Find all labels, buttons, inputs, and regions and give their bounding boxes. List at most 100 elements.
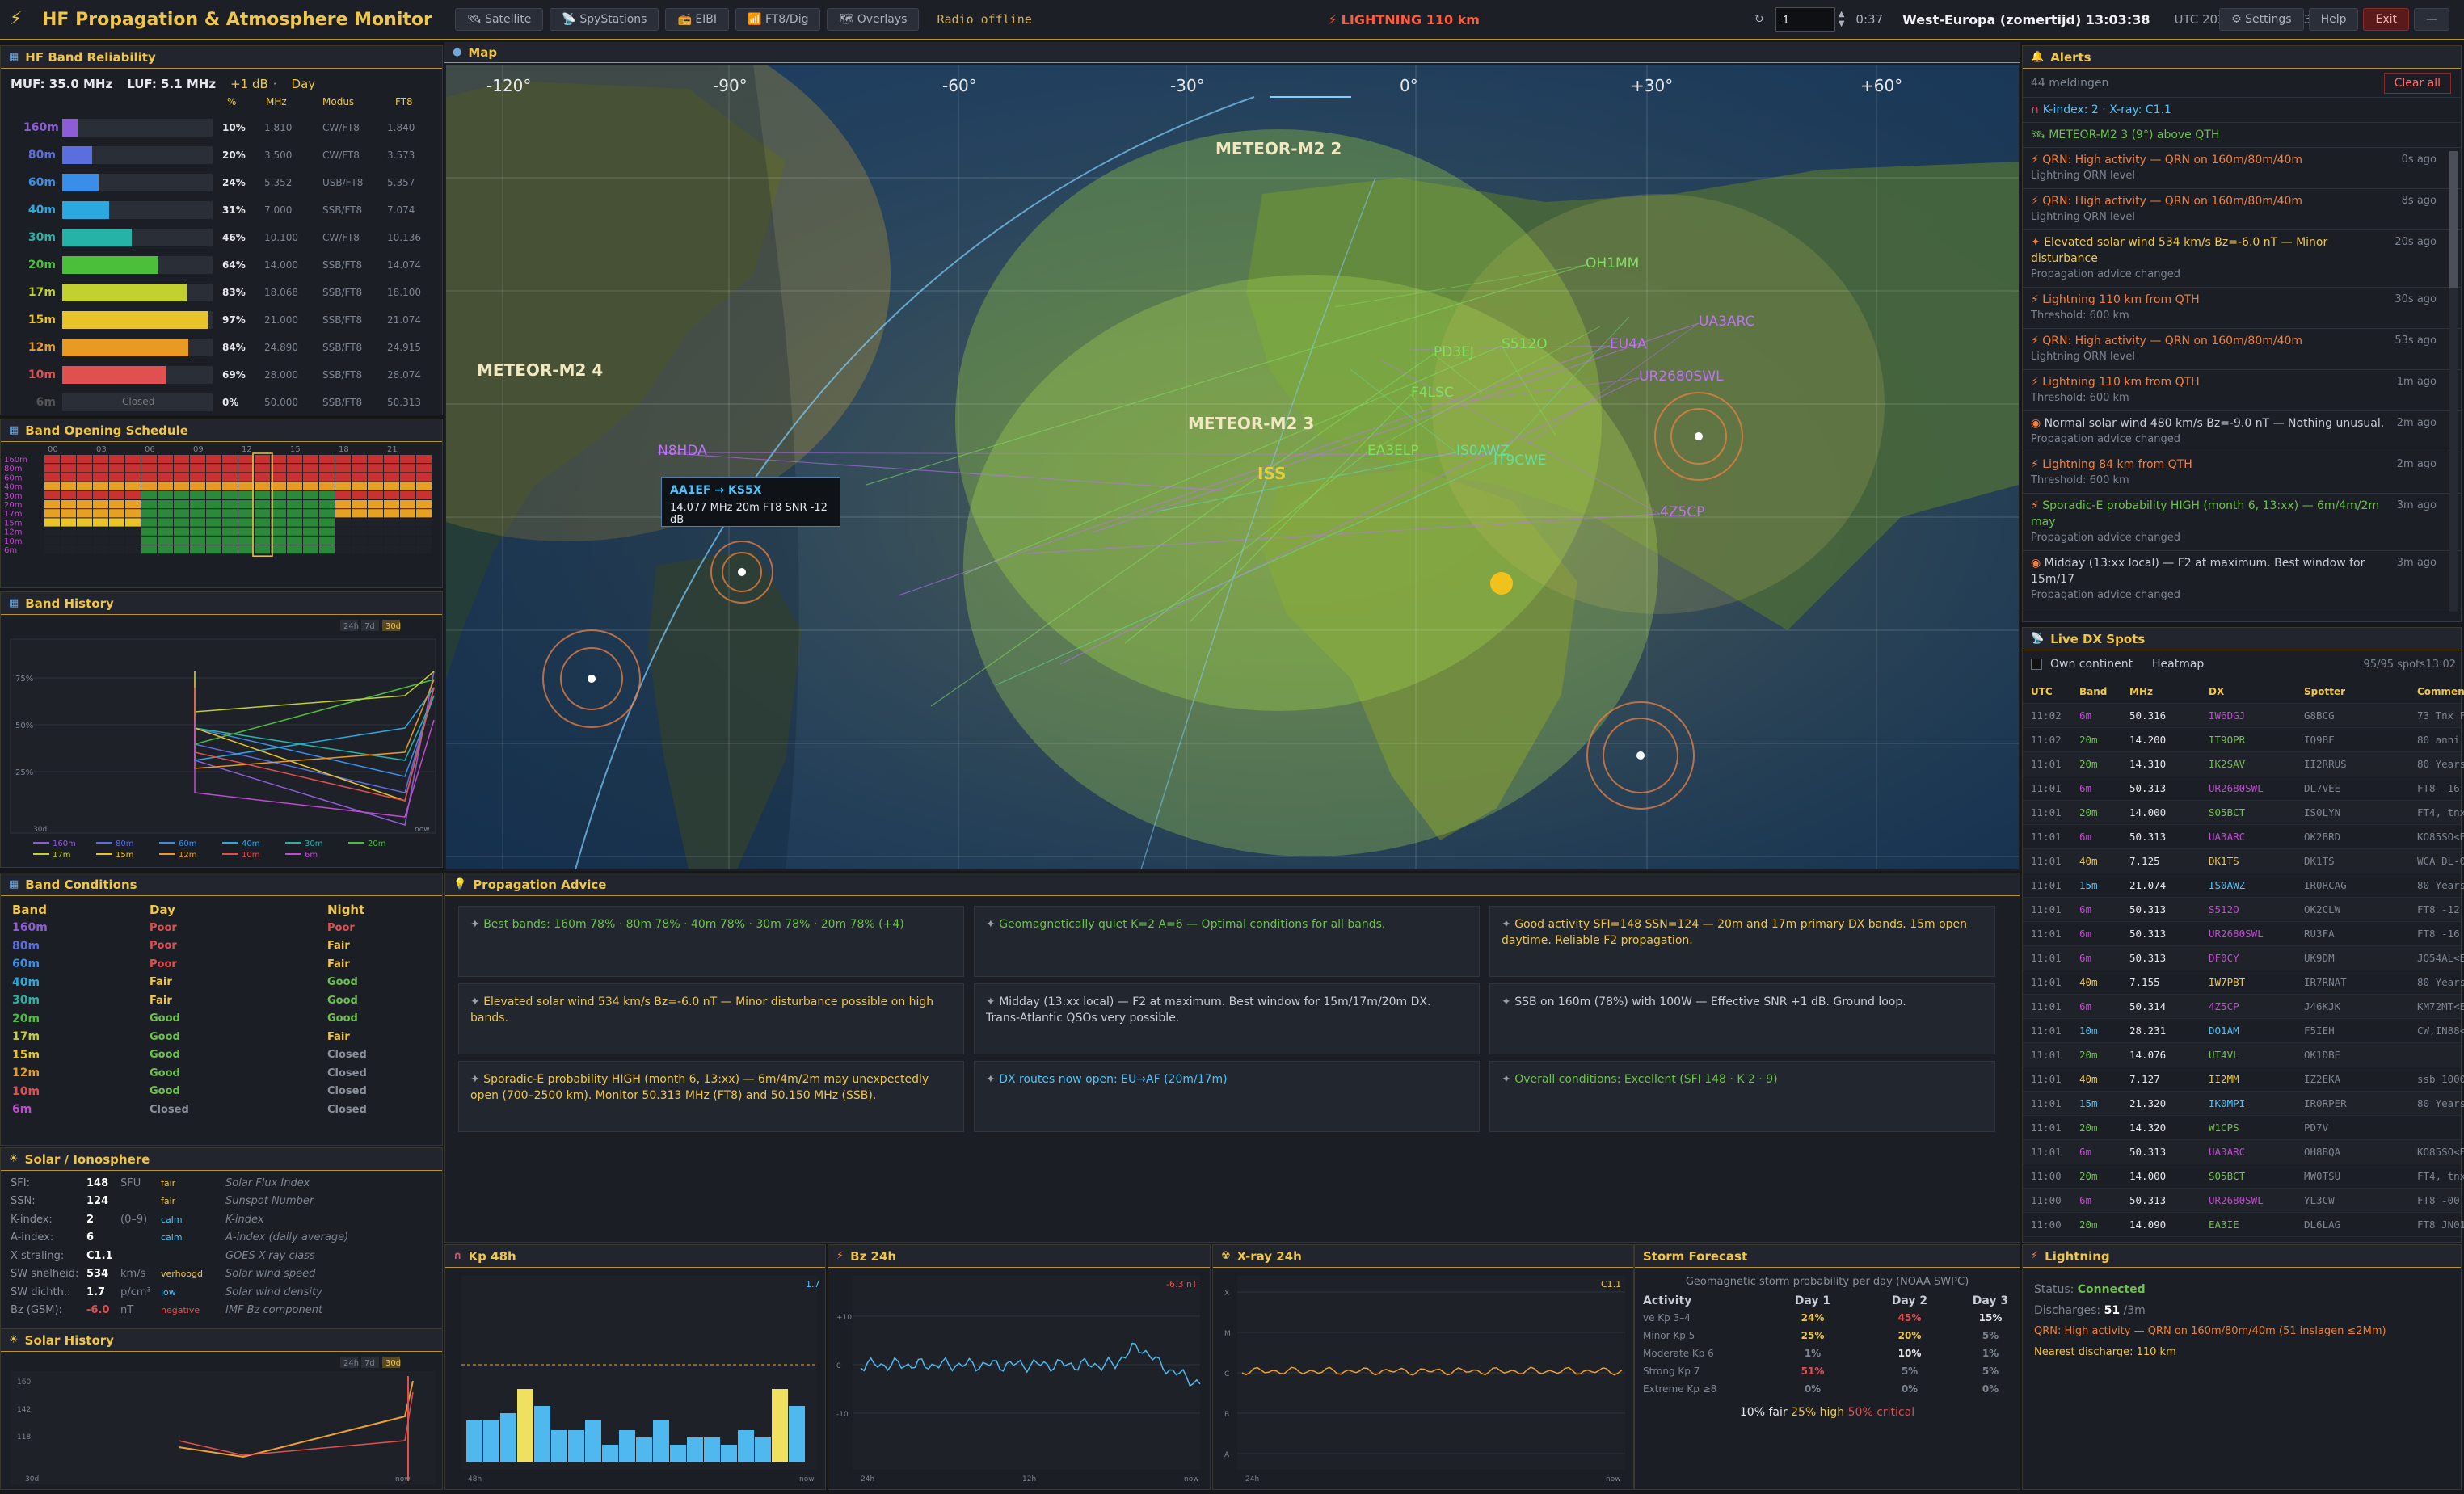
dx-spot-row[interactable]: 11:01 20m 14.310 IK2SAV II2RRUS 80 Years Ital… — [2023, 752, 2464, 776]
schedule-cell — [384, 482, 399, 490]
alert-item[interactable]: ◉ Midday (13:xx local) — F2 at maximum. … — [2023, 551, 2461, 608]
world-map[interactable]: -120° -90° -60° -30° 0° +30° +60° METEOR-M2 2 ME… — [446, 65, 2019, 869]
dx-spot-row[interactable]: 11:01 15m 21.320 IK0MPI IR0RPER 80 Years Ital… — [2023, 1092, 2464, 1116]
interval-input[interactable] — [1775, 7, 1835, 32]
dx-spot-row[interactable]: 11:01 6m 50.313 S512O OK2CLW FT8 -12 dB 1260 … — [2023, 898, 2464, 922]
panel-header: ☢ X-ray 24h — [1213, 1245, 1633, 1268]
dx-spot-row[interactable]: 11:01 6m 50.314 4Z5CP J46KJK KM72MT<ES>PM53FH — [2023, 995, 2464, 1019]
schedule-cell — [44, 527, 60, 536]
solar-row: Bz (GSM): -6.0 nT negative IMF Bz component — [1, 1302, 442, 1320]
spot-mhz: 50.313 — [2129, 782, 2167, 794]
station-label[interactable]: 4Z5CP — [1660, 504, 1704, 520]
exit-button[interactable]: Exit — [2363, 8, 2409, 31]
schedule-cell — [271, 455, 286, 464]
svg-text:10m: 10m — [242, 851, 259, 860]
schedule-cell — [77, 536, 92, 545]
band-tick: 15m — [4, 519, 22, 528]
help-button[interactable]: Help — [2308, 8, 2359, 31]
range-button[interactable]: 30d — [382, 1357, 401, 1368]
schedule-cell — [287, 473, 302, 482]
schedule-cell — [61, 473, 76, 482]
schedule-cell — [335, 536, 351, 545]
dx-spot-row[interactable]: 11:01 40m 7.155 IW7PBT IR7RNAT 80 Years Itali… — [2023, 970, 2464, 995]
spot-utc: 11:01 — [2031, 976, 2062, 988]
station-label[interactable]: F4LSC — [1411, 385, 1454, 401]
storm-pct: 0% — [1901, 1383, 1919, 1395]
dx-spot-row[interactable]: 11:01 15m 21.074 IS0AWZ IR0RCAG 80 Years Ital… — [2023, 873, 2464, 898]
kp-bar — [789, 1406, 805, 1462]
solar-unit: km/s — [120, 1268, 146, 1281]
alert-item[interactable]: ⚡ QRN: High activity — QRN on 160m/80m/4… — [2023, 189, 2461, 230]
alert-item[interactable]: ⚡ QRN: High activity — QRN on 160m/80m/4… — [2023, 148, 2461, 189]
schedule-cell — [141, 536, 157, 545]
dx-spot-row[interactable]: 11:01 40m 7.127 II2MM IZ2EKA ssb 1000 Miglia — [2023, 1067, 2464, 1092]
range-button[interactable]: 7d — [361, 620, 379, 631]
station-label[interactable]: EA3ELP — [1367, 443, 1419, 459]
dx-spot-row[interactable]: 11:00 6m 50.313 UR2680SWL YL3CW FT8 -00 — [2023, 1189, 2461, 1213]
station-label[interactable]: EU4A — [1610, 336, 1647, 352]
spystations-button[interactable]: 📡 SpyStations — [550, 8, 659, 31]
range-button[interactable]: 7d — [361, 1357, 379, 1368]
eibi-button[interactable]: 📻 EIBI — [665, 8, 730, 31]
panel-header: ☀ Solar History — [1, 1329, 442, 1352]
alert-item[interactable]: ◉ Normal solar wind 480 km/s Bz=-9.0 nT … — [2023, 411, 2461, 452]
dx-spot-row[interactable]: 11:01 20m 14.076 UT4VL OK1DBE — [2023, 1043, 2461, 1067]
alerts-scrollbar[interactable] — [2449, 151, 2458, 612]
advice-icon: ✦ — [1502, 918, 1515, 931]
spinner-icon[interactable]: ▲ ▼ — [1839, 10, 1845, 29]
dx-spot-row[interactable]: 11:01 6m 50.313 DF0CY UK9DM JO54AL<ES>KO96 FT… — [2023, 946, 2464, 970]
map-canvas[interactable] — [446, 65, 2019, 869]
spot-comment: FT8 -16 CQ — [2417, 782, 2464, 794]
station-label[interactable]: S512O — [1502, 336, 1548, 352]
range-button[interactable]: 24h — [340, 1357, 359, 1368]
station-label[interactable]: N8HDA — [658, 443, 707, 459]
dx-spot-row[interactable]: 11:01 6m 50.313 UR2680SWL RU3FA FT8 -16 CQ — [2023, 922, 2464, 946]
panel-header: ⚡ Bz 24h — [828, 1245, 1210, 1268]
dx-spot-row[interactable]: 11:01 40m 7.125 DK1TS DK1TS WCA DL-02086 — [2023, 849, 2464, 873]
alert-item[interactable]: ⚡ Sporadic-E probability HIGH (month 6, … — [2023, 494, 2461, 551]
station-label[interactable]: UA3ARC — [1699, 314, 1754, 330]
station-label[interactable]: PD3EJ — [1434, 344, 1474, 360]
satellite-label[interactable]: METEOR-M2 3 — [1188, 414, 1314, 433]
alert-item[interactable]: ⚡ Lightning 110 km from QTH Threshold: 60… — [2023, 370, 2461, 411]
range-button[interactable]: 24h — [340, 620, 359, 631]
station-label[interactable]: UR2680SWL — [1639, 368, 1724, 385]
heatmap-toggle[interactable]: Heatmap — [2152, 658, 2204, 671]
dx-spot-row[interactable]: 11:01 10m 28.231 DO1AM F5IEH CW,IN88<ES>JO51,… — [2023, 1019, 2464, 1043]
satellite-button[interactable]: 🛰 Satellite — [454, 8, 544, 31]
satellite-label[interactable]: METEOR-M2 4 — [477, 360, 603, 380]
dx-spot-row[interactable]: 11:02 6m 50.316 IW6DGJ G8BCG 73 Tnx FT8 — [2023, 704, 2464, 728]
dx-spot-row[interactable]: 11:02 20m 14.200 IT9OPR IQ9BF 80 anni ... — [2023, 728, 2464, 752]
dx-spot-row[interactable]: 11:01 20m 14.000 S05BCT IS0LYN FT4, tnx 73 — [2023, 801, 2464, 825]
solar-tag: fair — [161, 1196, 176, 1207]
bell-icon: 🔔 — [2031, 51, 2045, 63]
dx-spot-row[interactable]: 11:01 20m 14.320 W1CPS PD7V — [2023, 1116, 2461, 1140]
minimize-button[interactable]: — — [2414, 8, 2449, 31]
alert-item[interactable]: ⚡ Lightning 110 km from QTH Threshold: 60… — [2023, 288, 2461, 329]
dx-spot-row[interactable]: 11:01 6m 50.313 UA3ARC OK2BRD KO85SO<ES>JN99 … — [2023, 825, 2464, 849]
overlays-button[interactable]: 🗺 Overlays — [827, 8, 920, 31]
solar-table: SFI: 148 SFU fair Solar Flux Index SSN: 124 fai… — [1, 1171, 442, 1319]
lightning-indicator[interactable]: ⚡ LIGHTNING 110 km — [1328, 12, 1480, 27]
clear-alerts-button[interactable]: Clear all — [2383, 73, 2451, 94]
station-label[interactable]: OH1MM — [1586, 255, 1639, 271]
refresh-icon[interactable]: ↻ — [1754, 13, 1764, 26]
lightning-panel: ⚡ Lightning Status: Connected Discharges:… — [2022, 1244, 2462, 1490]
station-label[interactable]: IS0AWZ — [1456, 443, 1510, 459]
dx-spot-row[interactable]: 11:00 20m 14.000 S05BCT MW0TSU FT4, tnx 73 — [2023, 1164, 2464, 1189]
ft8-button[interactable]: 📶 FT8/Dig — [735, 8, 821, 31]
spot-dx: S05BCT — [2209, 1170, 2246, 1182]
dx-spot-row[interactable]: 11:01 6m 50.313 UR2680SWL DL7VEE FT8 -16 CQ — [2023, 776, 2464, 801]
satellite-label[interactable]: ISS — [1257, 464, 1286, 483]
dx-spot-row[interactable]: 11:00 20m 14.090 EA3IE DL6LAG FT8 JN01sf -> J… — [2023, 1213, 2464, 1237]
settings-button[interactable]: ⚙ Settings — [2219, 8, 2304, 31]
range-button[interactable]: 30d — [382, 620, 401, 631]
dx-spot-row[interactable]: 11:01 6m 50.313 UA3ARC OH8BQA KO85SO<ES>JO73 … — [2023, 1140, 2464, 1164]
alert-item[interactable]: ⚡ Lightning 84 km from QTH Threshold: 600… — [2023, 452, 2461, 494]
own-continent-checkbox[interactable] — [2031, 659, 2042, 670]
satellite-label[interactable]: METEOR-M2 2 — [1215, 139, 1342, 158]
alert-item[interactable]: ⚡ QRN: High activity — QRN on 160m/80m/4… — [2023, 329, 2461, 370]
lightning-discharges: Discharges: 51 /3m — [2034, 1304, 2146, 1317]
schedule-cell — [61, 464, 76, 473]
alert-item[interactable]: ✦ Elevated solar wind 534 km/s Bz=-6.0 n… — [2023, 230, 2461, 288]
